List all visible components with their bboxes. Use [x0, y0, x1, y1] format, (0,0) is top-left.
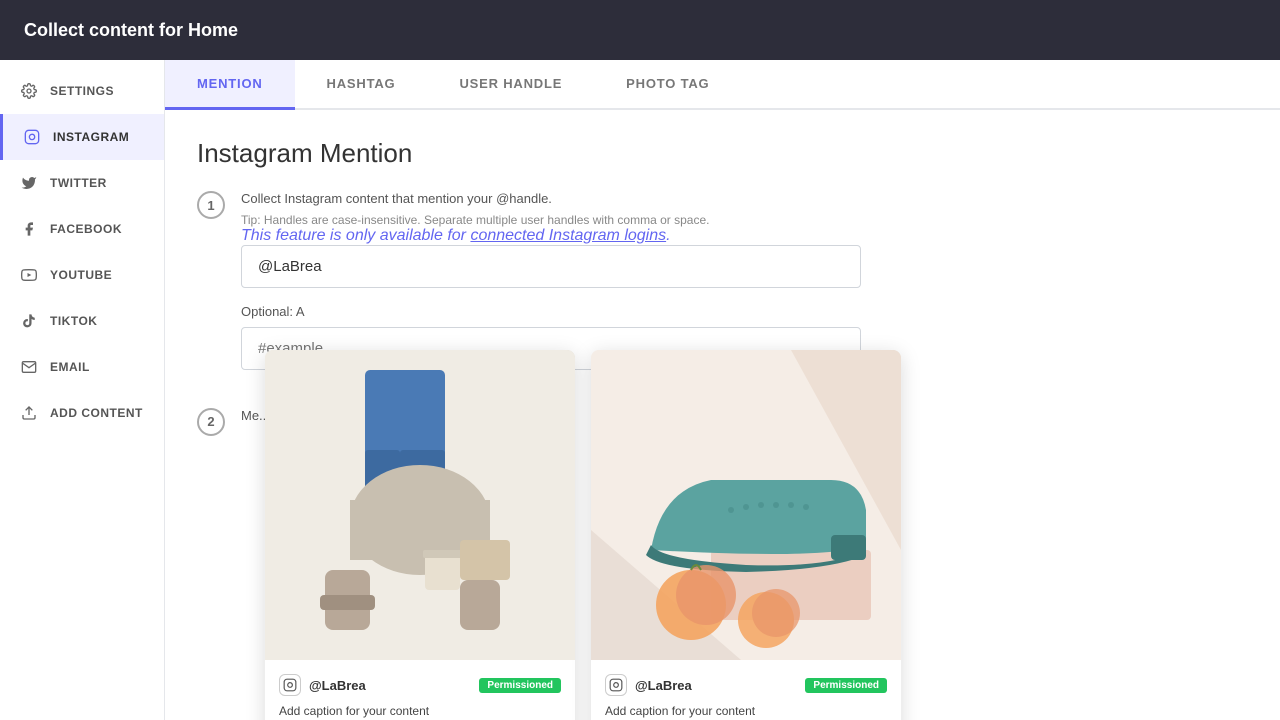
- sidebar-item-twitter-label: TWITTER: [50, 176, 107, 190]
- sidebar-item-settings[interactable]: SETTINGS: [0, 68, 164, 114]
- card-2-image: [591, 350, 901, 660]
- sidebar-item-tiktok-label: TIKTOK: [50, 314, 97, 328]
- sidebar-item-settings-label: SETTINGS: [50, 84, 114, 98]
- youtube-icon: [20, 266, 38, 284]
- card-2-ig-icon: [605, 674, 627, 696]
- card-1-header: @LaBrea Permissioned: [279, 674, 561, 696]
- gear-icon: [20, 82, 38, 100]
- cards-overlay: @LaBrea Permissioned Add caption for you…: [265, 350, 901, 720]
- instagram-icon: [23, 128, 41, 146]
- card-2-header: @LaBrea Permissioned: [605, 674, 887, 696]
- card-2-body: @LaBrea Permissioned Add caption for you…: [591, 660, 901, 720]
- step-1-italic-text: This feature is only available for: [241, 227, 466, 244]
- connected-instagram-link[interactable]: connected Instagram logins: [470, 227, 666, 244]
- twitter-icon: [20, 174, 38, 192]
- sidebar: SETTINGS INSTAGRAM TWITTER: [0, 60, 165, 720]
- card-2: @LaBrea Permissioned Add caption for you…: [591, 350, 901, 720]
- tab-photo-tag[interactable]: PHOTO TAG: [594, 60, 741, 110]
- sidebar-item-twitter[interactable]: TWITTER: [0, 160, 164, 206]
- handle-input[interactable]: [241, 245, 861, 288]
- card-2-badge: Permissioned: [805, 678, 887, 693]
- card-1-username: @LaBrea: [309, 678, 366, 693]
- facebook-icon: [20, 220, 38, 238]
- sidebar-item-add-content[interactable]: ADD CONTENT: [0, 390, 164, 436]
- card-1: @LaBrea Permissioned Add caption for you…: [265, 350, 575, 720]
- period: .: [666, 227, 670, 244]
- sidebar-item-facebook-label: FACEBOOK: [50, 222, 122, 236]
- email-icon: [20, 358, 38, 376]
- header-title: Collect content for Home: [24, 20, 238, 41]
- app-container: Collect content for Home SETTINGS INSTAG…: [0, 0, 1280, 720]
- card-1-caption-main: Add caption for your content: [279, 704, 561, 718]
- sidebar-item-tiktok[interactable]: TIKTOK: [0, 298, 164, 344]
- step-2-number: 2: [197, 408, 225, 436]
- optional-label: Optional: A: [241, 304, 1248, 319]
- step-1-tip: Tip: Handles are case-insensitive. Separ…: [241, 213, 1248, 227]
- tab-user-handle[interactable]: USER HANDLE: [427, 60, 594, 110]
- sidebar-item-youtube[interactable]: YOUTUBE: [0, 252, 164, 298]
- add-content-icon: [20, 404, 38, 422]
- page-content: Instagram Mention 1 Collect Instagram co…: [165, 110, 1280, 720]
- main-layout: SETTINGS INSTAGRAM TWITTER: [0, 60, 1280, 720]
- step-1-description: Collect Instagram content that mention y…: [241, 189, 1248, 209]
- card-2-caption-main: Add caption for your content: [605, 704, 887, 718]
- tiktok-icon: [20, 312, 38, 330]
- card-2-user: @LaBrea: [605, 674, 692, 696]
- sidebar-item-youtube-label: YOUTUBE: [50, 268, 112, 282]
- card-1-badge: Permissioned: [479, 678, 561, 693]
- content-area: MENTION HASHTAG USER HANDLE PHOTO TAG In…: [165, 60, 1280, 720]
- sidebar-item-instagram-label: INSTAGRAM: [53, 130, 129, 144]
- sidebar-item-instagram[interactable]: INSTAGRAM: [0, 114, 164, 160]
- tabs-bar: MENTION HASHTAG USER HANDLE PHOTO TAG: [165, 60, 1280, 110]
- step-1-note: This feature is only available for conne…: [241, 227, 1248, 245]
- card-1-image: [265, 350, 575, 660]
- sidebar-item-add-content-label: ADD CONTENT: [50, 406, 143, 420]
- sidebar-item-email-label: EMAIL: [50, 360, 90, 374]
- tab-mention[interactable]: MENTION: [165, 60, 295, 110]
- tab-hashtag[interactable]: HASHTAG: [295, 60, 428, 110]
- card-1-ig-icon: [279, 674, 301, 696]
- header: Collect content for Home: [0, 0, 1280, 60]
- card-2-username: @LaBrea: [635, 678, 692, 693]
- page-title: Instagram Mention: [197, 138, 1248, 169]
- sidebar-item-email[interactable]: EMAIL: [0, 344, 164, 390]
- card-1-user: @LaBrea: [279, 674, 366, 696]
- sidebar-item-facebook[interactable]: FACEBOOK: [0, 206, 164, 252]
- card-1-body: @LaBrea Permissioned Add caption for you…: [265, 660, 575, 720]
- step-1-number: 1: [197, 191, 225, 219]
